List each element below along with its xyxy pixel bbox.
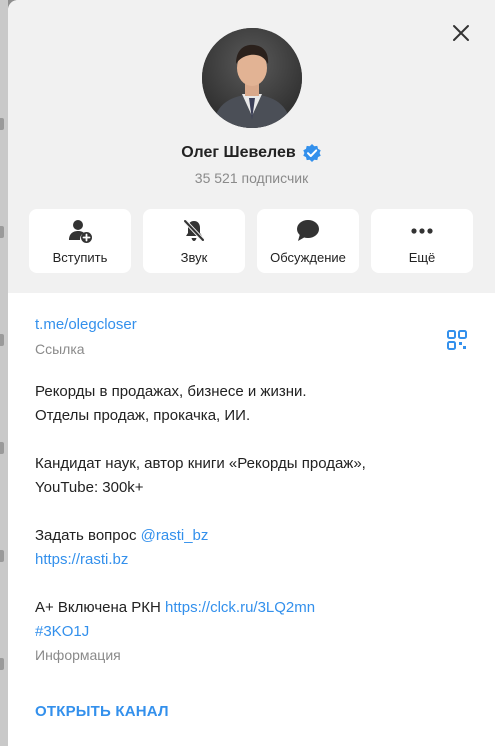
rkn-link[interactable]: https://clck.ru/3LQ2mn xyxy=(165,599,315,616)
site-link[interactable]: https://rasti.bz xyxy=(35,551,128,568)
ask-text: Задать вопрос xyxy=(35,527,141,544)
rkn-line: A+ Включена РКН https://clck.ru/3LQ2mn xyxy=(35,596,475,620)
hashtag-link[interactable]: #3KO1J xyxy=(35,623,89,640)
channel-link[interactable]: t.me/olegcloser xyxy=(35,316,137,333)
close-icon xyxy=(453,25,469,41)
mute-button[interactable]: Звук xyxy=(143,209,245,273)
qr-code-icon xyxy=(447,330,467,350)
ask-question-line: Задать вопрос @rasti_bz xyxy=(35,524,475,548)
profile-header: Олег Шевелев 35 521 подписчик Вступить З… xyxy=(8,0,495,293)
description-line: Кандидат наук, автор книги «Рекорды прод… xyxy=(35,455,366,472)
channel-info-content: t.me/olegcloser Ссылка Рекорды в продажа… xyxy=(35,316,475,663)
open-channel-button[interactable]: ОТКРЫТЬ КАНАЛ xyxy=(35,703,169,720)
description-line: Отделы продаж, прокачка, ИИ. xyxy=(35,407,251,424)
channel-name: Олег Шевелев xyxy=(181,144,296,161)
list-marker xyxy=(0,550,4,562)
background-chat-list xyxy=(0,0,8,746)
list-marker xyxy=(0,658,4,670)
more-dots-icon xyxy=(409,218,435,244)
chat-bubble-icon xyxy=(295,218,321,244)
channel-name-row: Олег Шевелев xyxy=(8,142,495,164)
link-caption: Ссылка xyxy=(35,341,85,357)
action-buttons: Вступить Звук Обсуждение Ещё xyxy=(29,209,473,273)
list-marker xyxy=(0,334,4,346)
rkn-text: A+ Включена РКН xyxy=(35,599,166,616)
discussion-label: Обсуждение xyxy=(270,249,346,265)
qr-code-button[interactable] xyxy=(445,328,469,352)
more-label: Ещё xyxy=(408,249,436,265)
ask-handle-link[interactable]: @rasti_bz xyxy=(141,527,209,544)
close-button[interactable] xyxy=(446,18,476,48)
add-user-icon xyxy=(67,218,93,244)
description-line: YouTube: 300k+ xyxy=(35,479,144,496)
avatar[interactable] xyxy=(202,28,302,128)
bell-off-icon xyxy=(181,218,207,244)
subscriber-count: 35 521 подписчик xyxy=(194,170,309,186)
verified-icon xyxy=(302,143,322,163)
list-marker xyxy=(0,118,4,130)
more-button[interactable]: Ещё xyxy=(371,209,473,273)
discussion-button[interactable]: Обсуждение xyxy=(257,209,359,273)
info-caption: Информация xyxy=(35,647,121,663)
join-button[interactable]: Вступить xyxy=(29,209,131,273)
avatar-photo xyxy=(202,28,302,128)
list-marker xyxy=(0,442,4,454)
mute-label: Звук xyxy=(180,249,208,265)
join-label: Вступить xyxy=(52,249,108,265)
list-marker xyxy=(0,226,4,238)
description-line: Рекорды в продажах, бизнесе и жизни. xyxy=(35,383,307,400)
description: Рекорды в продажах, бизнесе и жизни. Отд… xyxy=(35,380,475,644)
channel-info-panel: Олег Шевелев 35 521 подписчик Вступить З… xyxy=(8,0,495,746)
